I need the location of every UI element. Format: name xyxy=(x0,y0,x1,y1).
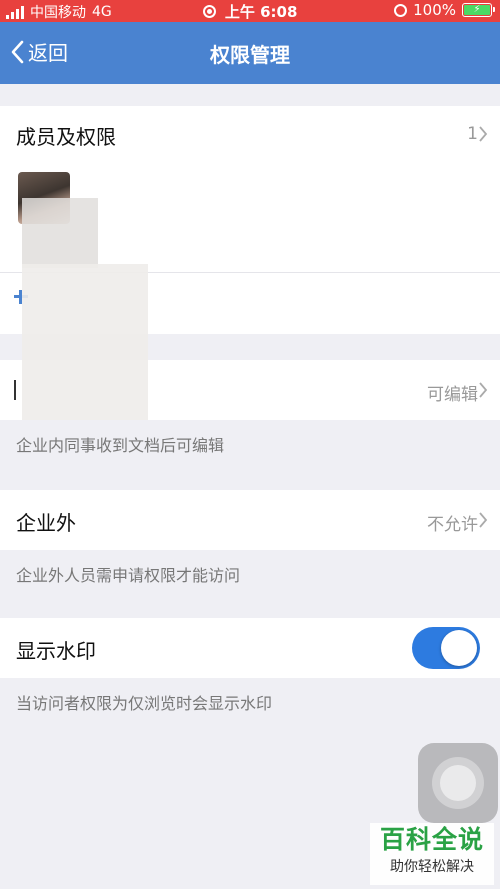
watermark-label: 显示水印 xyxy=(16,639,96,663)
members-row[interactable]: 成员及权限 1 xyxy=(0,106,500,162)
outside-label: 企业外 xyxy=(16,511,76,535)
clock: 上午 6:08 xyxy=(224,3,298,21)
chevron-right-icon xyxy=(479,512,488,528)
nav-bar: 返回 权限管理 xyxy=(0,22,500,84)
assistive-touch-button[interactable] xyxy=(418,743,498,823)
outside-description: 企业外人员需申请权限才能访问 xyxy=(16,566,241,585)
mosaic-overlay xyxy=(22,264,148,420)
site-watermark: 百科全说 助你轻松解决 xyxy=(370,823,494,885)
page-title: 权限管理 xyxy=(210,43,290,67)
members-label: 成员及权限 xyxy=(16,125,116,149)
battery-icon: ⚡ xyxy=(462,3,495,17)
battery-percent: 100% xyxy=(413,1,456,19)
outside-value: 不允许 xyxy=(427,515,478,535)
watermark-toggle[interactable] xyxy=(412,627,480,669)
watermark-subtitle: 助你轻松解决 xyxy=(390,859,474,875)
status-bar: 中国移动 4G 上午 6:08 100% ⚡ xyxy=(0,0,500,22)
chevron-right-icon xyxy=(479,126,488,142)
inside-value: 可编辑 xyxy=(427,385,478,405)
members-count: 1 xyxy=(467,124,478,144)
watermark-title: 百科全说 xyxy=(379,825,484,854)
inside-description: 企业内同事收到文档后可编辑 xyxy=(16,436,225,455)
outside-section[interactable]: 企业外 不允许 xyxy=(0,490,500,550)
recording-icon xyxy=(202,5,216,18)
watermark-description: 当访问者权限为仅浏览时会显示水印 xyxy=(16,694,273,713)
chevron-right-icon xyxy=(479,382,488,398)
mosaic-overlay xyxy=(22,198,98,268)
orientation-lock-icon xyxy=(394,3,408,17)
